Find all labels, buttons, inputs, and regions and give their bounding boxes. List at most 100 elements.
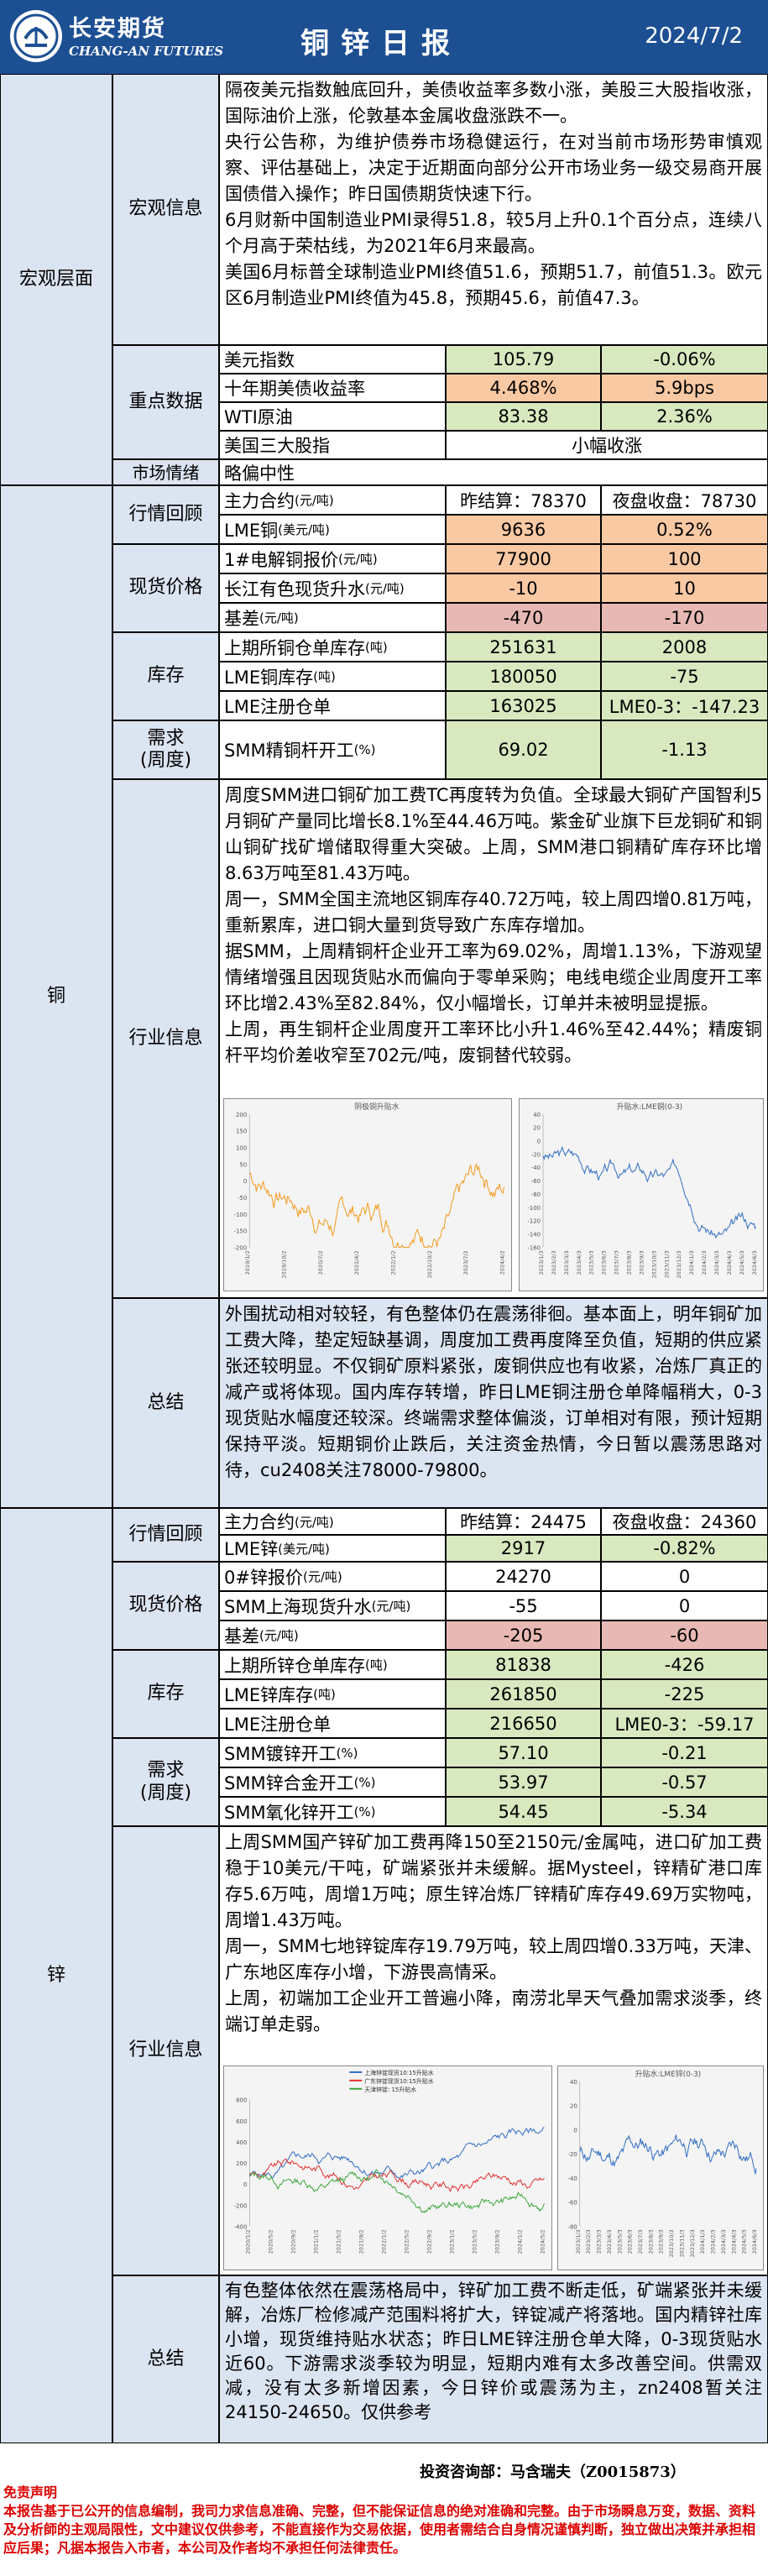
macro-info-label: 宏观信息 <box>112 74 219 345</box>
x-tick-label: 2023/10/3 <box>650 1250 657 1278</box>
x-tick-label: 2023/9/3 <box>658 2229 665 2254</box>
x-tick-label: 2019/1/2 <box>244 1250 251 1275</box>
x-tick-label: 2021/4/2 <box>353 1250 360 1275</box>
x-tick-label: 2023/1/2 <box>448 2229 455 2254</box>
cu-main-contract: 主力合约 (元/吨) <box>219 485 446 515</box>
x-tick-label: 2023/6/3 <box>601 1250 608 1275</box>
y-tick-label: -80 <box>531 1191 541 1198</box>
key-row-name: 十年期美债收益率 <box>219 374 446 402</box>
y-tick-label: -60 <box>567 2200 577 2207</box>
zn-basis-change: -60 <box>601 1620 768 1650</box>
x-tick-label: 2023/10/3 <box>668 2229 675 2257</box>
y-tick-label: 0 <box>243 2181 247 2188</box>
cu-stock-row: LME注册仓单 <box>219 691 446 720</box>
zn-stock-change: LME0-3：-59.17 <box>601 1709 768 1738</box>
logo-en-text: CHANG-AN FUTURES <box>69 44 224 59</box>
zn-stock-change: -426 <box>601 1650 768 1679</box>
x-tick-label: 2022/9/2 <box>426 2229 432 2254</box>
cu-industry-label: 行业信息 <box>112 779 219 1298</box>
zn-summary-text: 有色整体依然在震荡格局中，锌矿加工费不断走低，矿端紧张并未缓解，冶炼厂检修减产范… <box>219 2275 768 2443</box>
y-tick-label: 40 <box>570 2079 577 2086</box>
cu-spot-row: 基差 (元/吨) <box>219 603 446 632</box>
x-tick-label: 2022/1/2 <box>390 1250 397 1275</box>
cu-demand-value: 69.02 <box>446 720 601 779</box>
x-tick-label: 2023/9/2 <box>494 2229 500 2254</box>
cu-summary-label: 总结 <box>112 1298 219 1508</box>
zn-demand-change: -5.34 <box>601 1797 768 1826</box>
chart-title: 升贴水:LME锌(0-3) <box>635 2069 701 2079</box>
y-tick-label: -20 <box>567 2151 577 2158</box>
cu-industry-para: 周度SMM进口铜矿加工费TC再度转为负值。全球最大铜矿产国智利5月铜矿产量同比增… <box>225 785 762 883</box>
zn-lme-label: LME锌 (美元/吨) <box>219 1535 446 1562</box>
cu-stock-row: 上期所铜仓单库存 (吨) <box>219 632 446 662</box>
zn-spot-value: 24270 <box>446 1562 601 1591</box>
y-tick-label: 600 <box>236 2118 247 2125</box>
y-tick-label: -200 <box>234 1244 248 1251</box>
x-tick-label: 2023/7/3 <box>614 1250 620 1275</box>
zn-industry-para: 上周SMM国产锌矿加工费再降150至2150元/金属吨，进口矿加工费稳于10美元… <box>225 1832 762 1930</box>
cu-stock-change: 2008 <box>601 632 768 662</box>
zn-yesterday-settle: 昨结算：24475 <box>446 1508 601 1535</box>
zn-quote-label: 行情回顾 <box>112 1508 219 1562</box>
x-tick-label: 2023/5/3 <box>616 2229 623 2254</box>
x-tick-label: 2024/4/3 <box>730 2229 737 2254</box>
cu-spot-row: 1#电解铜报价 (元/吨) <box>219 544 446 573</box>
section-macro: 宏观层面 <box>0 74 112 485</box>
zn-industry-label: 行业信息 <box>112 1826 219 2275</box>
zn-lme-price: 2917 <box>446 1535 601 1562</box>
cu-demand-row: SMM精铜杆开工 (%) <box>219 720 446 779</box>
zn-spot-row: 基差 (元/吨) <box>219 1620 446 1650</box>
x-tick-label: 2022/5/2 <box>403 2229 410 2254</box>
report-date: 2024/7/2 <box>645 24 743 49</box>
cu-lme-price: 9636 <box>446 515 601 544</box>
chart-title: 阴极铜升贴水 <box>354 1102 400 1112</box>
x-tick-label: 2023/6/3 <box>627 2229 634 2254</box>
x-tick-label: 2022/1/2 <box>380 2229 387 2254</box>
y-tick-label: -400 <box>234 2223 248 2230</box>
zn-stock-label: 库存 <box>112 1650 219 1738</box>
zn-spot-value: -55 <box>446 1591 601 1620</box>
key-row-value: 83.38 <box>446 402 601 431</box>
cu-night-close: 夜盘收盘：78730 <box>601 485 768 515</box>
x-tick-label: 2023/11/3 <box>663 1250 670 1278</box>
zn-basis-value: -205 <box>446 1620 601 1650</box>
cu-basis-value: -470 <box>446 603 601 632</box>
x-tick-label: 2020/7/2 <box>317 1250 324 1275</box>
cu-stock-label: 库存 <box>112 632 219 720</box>
macro-para: 隔夜美元指数触底回升，美债收益率多数小涨，美股三大股指收涨，国际油价上涨，伦敦基… <box>225 80 762 126</box>
cu-spot-row: 长江有色现货升水 (元/吨) <box>219 573 446 603</box>
y-tick-label: 0 <box>573 2127 577 2134</box>
x-tick-label: 2023/9/3 <box>638 1250 645 1275</box>
x-tick-label: 2024/5/2 <box>539 2229 546 2254</box>
y-tick-label: 20 <box>533 1125 541 1132</box>
cu-spot-premium-chart-svg: 阴极铜升贴水 200 150 100 50 0 -50 -100 -150 -2002019/1/… <box>234 1102 506 1279</box>
legend-label: 广东锌锭现货10:15升贴水 <box>364 2077 433 2085</box>
y-tick-label: -20 <box>531 1151 541 1158</box>
x-tick-label: 2024/2/3 <box>710 2229 717 2254</box>
x-tick-label: 2024/6/3 <box>751 2229 758 2254</box>
cu-spot-premium-chart: 阴极铜升贴水 200 150 100 50 0 -50 -100 -150 -200 2019/1/… <box>223 1098 512 1291</box>
cu-spot-value: 77900 <box>446 544 601 573</box>
section-zinc: 锌 <box>0 1508 112 2443</box>
zn-stock-row: LME注册仓单 <box>219 1709 446 1738</box>
zn-night-close: 夜盘收盘：24360 <box>601 1508 768 1535</box>
zn-spot-premium-chart-svg: 800 600 400 200 0 -200 -4002020/1/2 2020/5/2 202… <box>234 2069 546 2254</box>
zn-lme-spread-chart-svg: 升贴水:LME锌(0-3)40200-20-40-60-802023/1/3 20… <box>567 2069 758 2258</box>
macro-para: 美国6月标普全球制造业PMI终值51.6，预期51.7，前值51.3。欧元区6月… <box>225 262 762 308</box>
y-tick-label: 800 <box>236 2097 247 2104</box>
x-tick-label: 2023/1/3 <box>538 1250 545 1275</box>
x-tick-label: 2024/2/3 <box>701 1250 708 1275</box>
x-tick-label: 2024/1/3 <box>699 2229 706 2254</box>
zn-stock-value: 81838 <box>446 1650 601 1679</box>
x-tick-label: 2023/8/3 <box>647 2229 654 2254</box>
x-tick-label: 2023/1/3 <box>575 2229 582 2254</box>
key-row-change: 2.36% <box>601 402 768 431</box>
x-tick-label: 2023/3/3 <box>563 1250 570 1275</box>
legend-label: 上海锌锭现货10:15升贴水 <box>364 2069 433 2076</box>
cu-stock-value: 180050 <box>446 662 601 691</box>
zn-industry-para: 周一，SMM七地锌锭库存19.79万吨，较上周四增0.33万吨，天津、广东地区库… <box>225 1936 762 1982</box>
x-tick-label: 2024/1/3 <box>688 1250 695 1275</box>
disclaimer-text: 本报告基于已公开的信息编制，我司力求信息准确、完整，但不能保证信息的绝对准确和完… <box>3 2503 756 2556</box>
y-tick-label: -80 <box>567 2223 577 2230</box>
cu-industry-para: 上周，再生铜杆企业周度开工率环比小升1.46%至42.44%；精废铜杆平均价差收… <box>225 1019 762 1065</box>
